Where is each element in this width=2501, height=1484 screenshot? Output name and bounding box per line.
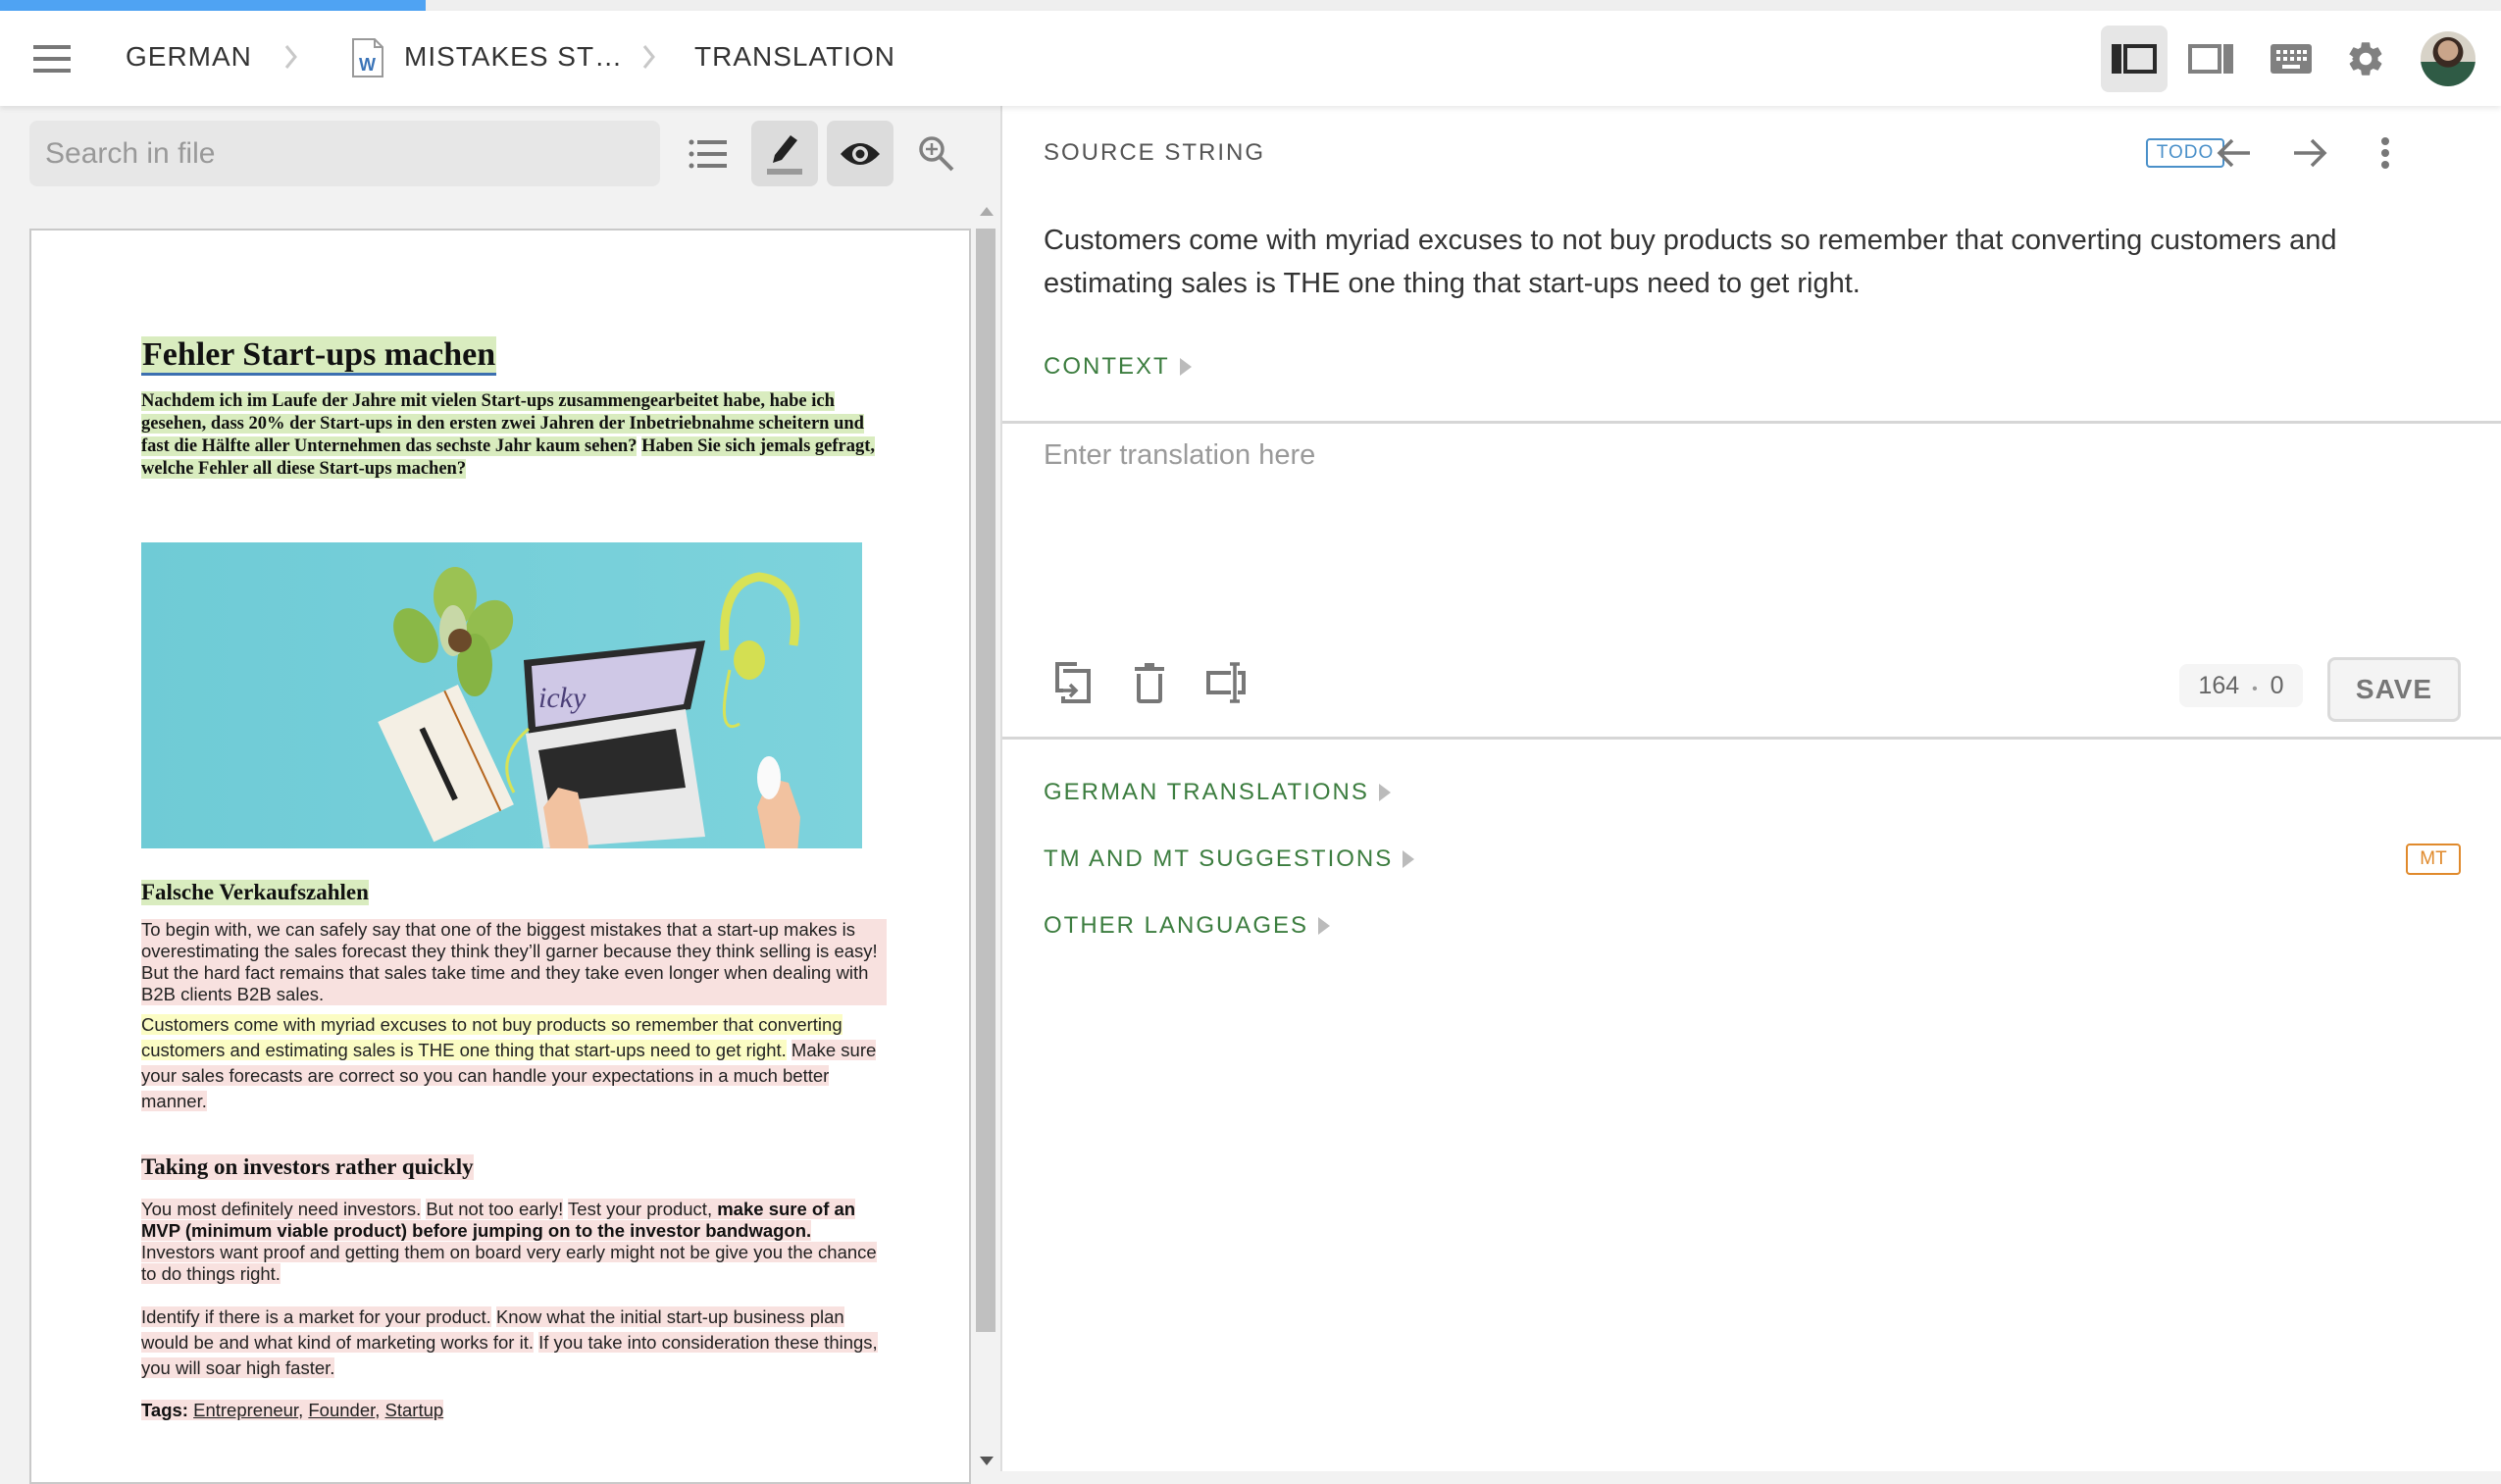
clear-translation-button[interactable] bbox=[1122, 655, 1177, 710]
context-expander[interactable]: CONTEXT bbox=[1044, 353, 1192, 381]
doc-segment[interactable]: You most definitely need investors. bbox=[141, 1199, 422, 1219]
caret-right-icon bbox=[1403, 850, 1415, 868]
gear-icon bbox=[2349, 42, 2382, 76]
context-label: CONTEXT bbox=[1044, 353, 1170, 380]
file-preview-panel: Fehler Start-ups machen Nachdem ich im L… bbox=[0, 106, 1000, 1484]
zoom-in-button[interactable] bbox=[903, 121, 970, 186]
doc-heading-investors[interactable]: Taking on investors rather quickly bbox=[141, 1154, 474, 1180]
more-options-button[interactable] bbox=[2363, 130, 2408, 176]
doc-segment[interactable]: Tags: Entrepreneur, Founder, Startup bbox=[141, 1400, 444, 1420]
word-doc-icon: W bbox=[352, 38, 383, 77]
caret-right-icon bbox=[1378, 784, 1391, 801]
left-panel-layout-button[interactable] bbox=[2101, 26, 2168, 92]
doc-segment-text: Test your product, bbox=[568, 1199, 713, 1219]
arrow-right-icon bbox=[2294, 138, 2327, 168]
loading-progress-bar bbox=[0, 0, 2501, 11]
pencil-icon bbox=[767, 134, 802, 175]
right-panel-layout-button[interactable] bbox=[2177, 26, 2244, 92]
breadcrumb-file[interactable]: MISTAKES ST… bbox=[404, 41, 623, 73]
source-char-count: 164 bbox=[2198, 672, 2240, 699]
desk-photo-illustration: icky bbox=[141, 542, 862, 848]
sidebar-right-icon bbox=[2188, 44, 2233, 74]
divider bbox=[1002, 737, 2501, 740]
previous-string-button[interactable] bbox=[2212, 130, 2257, 176]
doc-segment[interactable]: But not too early! bbox=[426, 1199, 564, 1219]
tm-mt-suggestions-expander[interactable]: TM AND MT SUGGESTIONS bbox=[1044, 845, 1415, 873]
doc-segment[interactable]: To begin with, we can safely say that on… bbox=[141, 919, 887, 1005]
insert-placeholder-button[interactable] bbox=[1199, 655, 1253, 710]
counter-separator: • bbox=[2252, 681, 2258, 697]
caret-right-icon bbox=[1318, 917, 1331, 935]
doc-segment[interactable]: Identify if there is a market for your p… bbox=[141, 1306, 491, 1327]
doc-title-text: Fehler Start-ups machen bbox=[141, 336, 497, 376]
breadcrumb-language[interactable]: GERMAN bbox=[126, 41, 252, 73]
text-cursor-insert-icon bbox=[1206, 662, 1246, 703]
copy-source-button[interactable] bbox=[1046, 655, 1100, 710]
section-label: TM AND MT SUGGESTIONS bbox=[1044, 845, 1394, 872]
scrollbar-thumb[interactable] bbox=[976, 229, 995, 1332]
menu-button[interactable] bbox=[33, 45, 71, 73]
document-preview: Fehler Start-ups machen Nachdem ich im L… bbox=[29, 229, 971, 1484]
zoom-in-icon bbox=[919, 135, 954, 171]
hamburger-icon bbox=[33, 45, 71, 49]
breadcrumb-current[interactable]: TRANSLATION bbox=[694, 41, 895, 73]
doc-photo-laptop-desk: icky bbox=[141, 542, 862, 848]
scroll-down-arrow-icon[interactable] bbox=[980, 1457, 994, 1465]
german-translations-expander[interactable]: GERMAN TRANSLATIONS bbox=[1044, 779, 1391, 806]
svg-text:icky: icky bbox=[538, 682, 587, 714]
eye-icon bbox=[841, 142, 880, 165]
chevron-right-icon bbox=[284, 45, 297, 69]
tag-link[interactable]: Founder bbox=[308, 1400, 375, 1420]
doc-heading-falsche-verkaufszahlen[interactable]: Falsche Verkaufszahlen bbox=[141, 880, 369, 905]
doc-intro-paragraph: Nachdem ich im Laufe der Jahre mit viele… bbox=[141, 390, 887, 481]
keyboard-shortcuts-button[interactable] bbox=[2258, 26, 2324, 92]
sidebar-left-icon bbox=[2112, 44, 2157, 74]
next-string-button[interactable] bbox=[2287, 130, 2332, 176]
hamburger-icon-line bbox=[33, 57, 71, 61]
tags-label: Tags: bbox=[141, 1400, 188, 1420]
caret-right-icon bbox=[1179, 358, 1192, 376]
source-string-label: SOURCE STRING bbox=[1044, 139, 1266, 166]
section-label: OTHER LANGUAGES bbox=[1044, 912, 1309, 939]
mt-badge: MT bbox=[2406, 844, 2461, 875]
list-view-button[interactable] bbox=[675, 121, 741, 186]
save-button[interactable]: SAVE bbox=[2327, 657, 2461, 722]
user-avatar[interactable] bbox=[2421, 31, 2475, 86]
translation-editor-panel: SOURCE STRING TODO Customers come with m… bbox=[1000, 106, 2501, 1471]
preview-scrollbar[interactable] bbox=[976, 199, 997, 1471]
scroll-up-arrow-icon[interactable] bbox=[980, 207, 994, 216]
search-in-file-input[interactable] bbox=[29, 121, 660, 186]
divider bbox=[1002, 421, 2501, 424]
section-label: GERMAN TRANSLATIONS bbox=[1044, 779, 1369, 805]
preview-mode-button[interactable] bbox=[827, 121, 893, 186]
doc-tags: Tags: Entrepreneur, Founder, Startup bbox=[141, 1400, 887, 1421]
doc-paragraph: You most definitely need investors. But … bbox=[141, 1199, 887, 1285]
source-string-text: Customers come with myriad excuses to no… bbox=[1044, 225, 2337, 299]
other-languages-expander[interactable]: OTHER LANGUAGES bbox=[1044, 912, 1331, 940]
settings-button[interactable] bbox=[2332, 26, 2399, 92]
copy-source-icon bbox=[1055, 662, 1091, 703]
edit-mode-button[interactable] bbox=[751, 121, 818, 186]
doc-segment-active[interactable]: Customers come with myriad excuses to no… bbox=[141, 1014, 842, 1060]
top-header: GERMAN W MISTAKES ST… TRANSLATION bbox=[0, 11, 2501, 106]
translation-char-count: 0 bbox=[2270, 672, 2284, 699]
tag-link[interactable]: Startup bbox=[385, 1400, 444, 1420]
arrow-left-icon bbox=[2217, 138, 2250, 168]
svg-text:W: W bbox=[359, 55, 376, 75]
doc-paragraph: Identify if there is a market for your p… bbox=[141, 1305, 887, 1381]
doc-segment[interactable]: Investors want proof and getting them on… bbox=[141, 1242, 877, 1284]
hamburger-icon-line bbox=[33, 69, 71, 73]
doc-title[interactable]: Fehler Start-ups machen bbox=[141, 336, 497, 376]
list-icon bbox=[689, 139, 727, 168]
progress-fill bbox=[0, 0, 426, 11]
doc-paragraph: Customers come with myriad excuses to no… bbox=[141, 1012, 887, 1114]
chevron-right-icon bbox=[642, 45, 655, 69]
keyboard-icon bbox=[2271, 44, 2312, 74]
character-counter: 164 • 0 bbox=[2179, 664, 2303, 707]
trash-icon bbox=[1135, 663, 1164, 703]
more-vert-icon bbox=[2381, 137, 2389, 169]
tag-link[interactable]: Entrepreneur bbox=[193, 1400, 298, 1420]
